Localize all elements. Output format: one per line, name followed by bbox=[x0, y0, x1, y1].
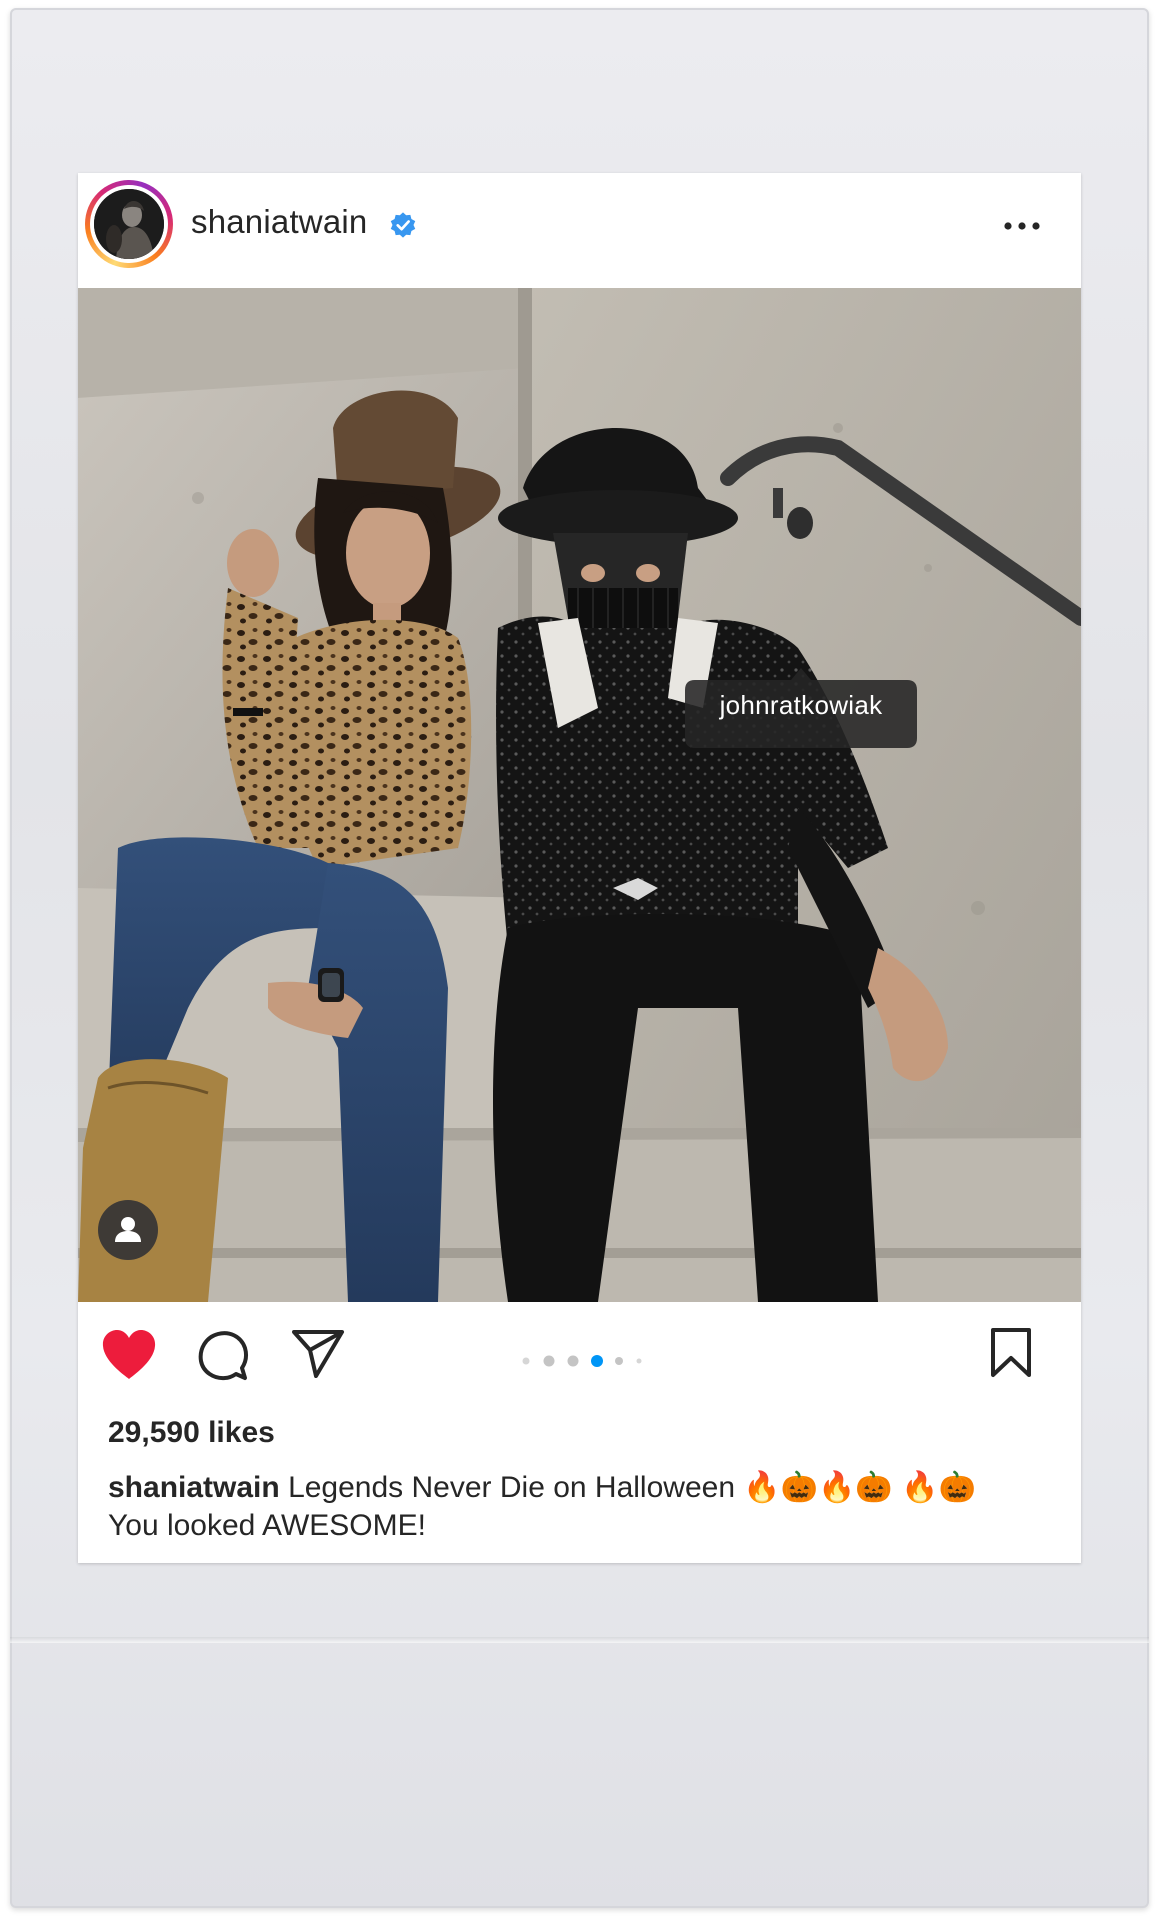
avatar[interactable] bbox=[94, 189, 164, 259]
user-tags-button[interactable] bbox=[98, 1200, 158, 1260]
user-tag-bubble[interactable]: johnratkowiak bbox=[685, 666, 917, 748]
send-icon[interactable] bbox=[290, 1328, 346, 1380]
caption-username[interactable]: shaniatwain bbox=[108, 1471, 280, 1504]
tagged-username: johnratkowiak bbox=[719, 690, 883, 720]
likes-count[interactable]: 29,590 likes bbox=[108, 1416, 275, 1450]
person-icon bbox=[115, 1217, 141, 1242]
bookmark-icon[interactable] bbox=[988, 1326, 1034, 1380]
frame-fold bbox=[10, 1637, 1149, 1643]
carousel-indicator bbox=[522, 1355, 642, 1367]
more-horizontal-icon[interactable] bbox=[998, 211, 1046, 241]
post-header: shaniatwain bbox=[78, 173, 1081, 288]
instagram-post-card: shaniatwain johnratkowiak 29,590 likes s… bbox=[78, 173, 1081, 1563]
comment-icon[interactable] bbox=[196, 1328, 250, 1382]
story-ring[interactable] bbox=[85, 180, 173, 268]
halloween-costume-photo bbox=[78, 288, 1081, 1302]
post-caption: shaniatwain Legends Never Die on Hallowe… bbox=[108, 1469, 1028, 1545]
post-username[interactable]: shaniatwain bbox=[191, 203, 367, 241]
verified-badge-icon bbox=[390, 212, 416, 238]
heart-filled-icon[interactable] bbox=[100, 1328, 158, 1382]
avatar-photo bbox=[94, 189, 164, 259]
post-action-bar bbox=[78, 1302, 1081, 1402]
post-photo[interactable]: johnratkowiak bbox=[78, 288, 1081, 1302]
